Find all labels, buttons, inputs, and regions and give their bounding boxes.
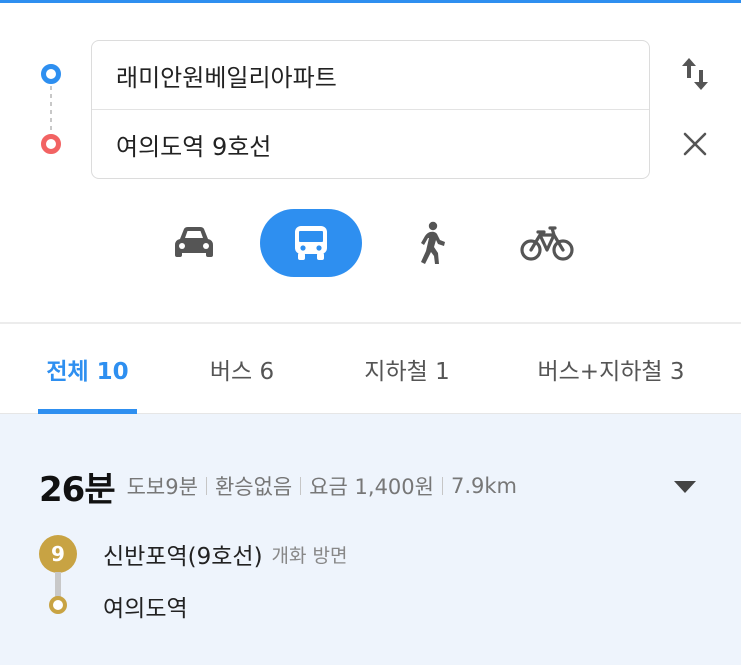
top-accent-bar bbox=[0, 0, 741, 3]
distance: 7.9km bbox=[450, 474, 517, 498]
route-dotted-line bbox=[50, 86, 52, 132]
mode-car-button[interactable] bbox=[163, 209, 225, 277]
tab-bus[interactable]: 버스 6 bbox=[200, 324, 284, 414]
departure-station-name: 신반포역(9호선) bbox=[103, 544, 263, 570]
tab-bus-subway[interactable]: 버스+지하철 3 bbox=[528, 324, 694, 414]
tab-all[interactable]: 전체 10 bbox=[38, 324, 137, 414]
mode-walk-button[interactable] bbox=[400, 209, 462, 277]
route-indicator bbox=[40, 62, 62, 154]
route-result-card[interactable]: 26분 도보9분 환승없음 요금 1,400원 7.9km 9 신반포역(9호선… bbox=[0, 414, 741, 665]
origin-dot-icon bbox=[41, 64, 61, 84]
walk-icon bbox=[421, 221, 445, 264]
transfer-info: 환승없음 bbox=[214, 475, 293, 499]
clear-button[interactable] bbox=[675, 124, 715, 164]
direction-label: 개화 방면 bbox=[271, 544, 348, 567]
bicycle-icon bbox=[520, 226, 574, 261]
swap-button[interactable] bbox=[675, 54, 715, 94]
route-summary: 26분 도보9분 환승없음 요금 1,400원 7.9km bbox=[39, 464, 517, 510]
mode-transit-button[interactable] bbox=[260, 209, 362, 277]
summary-separator bbox=[441, 477, 443, 495]
destination-input-value: 여의도역 9호선 bbox=[116, 133, 272, 161]
car-icon bbox=[175, 227, 213, 257]
route-input-box: 래미안원베일리아파트 여의도역 9호선 bbox=[91, 40, 650, 179]
walk-time: 도보9분 bbox=[126, 475, 198, 499]
subway-line-badge: 9 bbox=[39, 535, 77, 573]
close-icon bbox=[683, 132, 707, 156]
arrival-station-dot-icon bbox=[49, 596, 67, 614]
summary-separator bbox=[300, 477, 302, 495]
travel-time: 26분 bbox=[39, 469, 116, 510]
summary-separator bbox=[205, 477, 207, 495]
tab-subway[interactable]: 지하철 1 bbox=[352, 324, 462, 414]
subway-line-track bbox=[55, 572, 61, 598]
route-tabs: 전체 10 버스 6 지하철 1 버스+지하철 3 bbox=[0, 324, 741, 414]
fare: 요금 1,400원 bbox=[309, 475, 434, 499]
arrival-station-name: 여의도역 bbox=[103, 596, 188, 622]
chevron-down-icon bbox=[674, 481, 696, 493]
arrival-station: 여의도역 bbox=[103, 586, 188, 626]
origin-input-value: 래미안원베일리아파트 bbox=[116, 63, 337, 92]
swap-vertical-icon bbox=[682, 58, 708, 90]
expand-button[interactable] bbox=[671, 476, 699, 498]
departure-station: 신반포역(9호선) 개화 방면 bbox=[103, 534, 348, 574]
origin-input[interactable]: 래미안원베일리아파트 bbox=[92, 41, 649, 110]
destination-input[interactable]: 여의도역 9호선 bbox=[92, 110, 649, 179]
bus-icon bbox=[295, 226, 327, 260]
mode-bike-button[interactable] bbox=[515, 209, 579, 277]
destination-dot-icon bbox=[41, 134, 61, 154]
